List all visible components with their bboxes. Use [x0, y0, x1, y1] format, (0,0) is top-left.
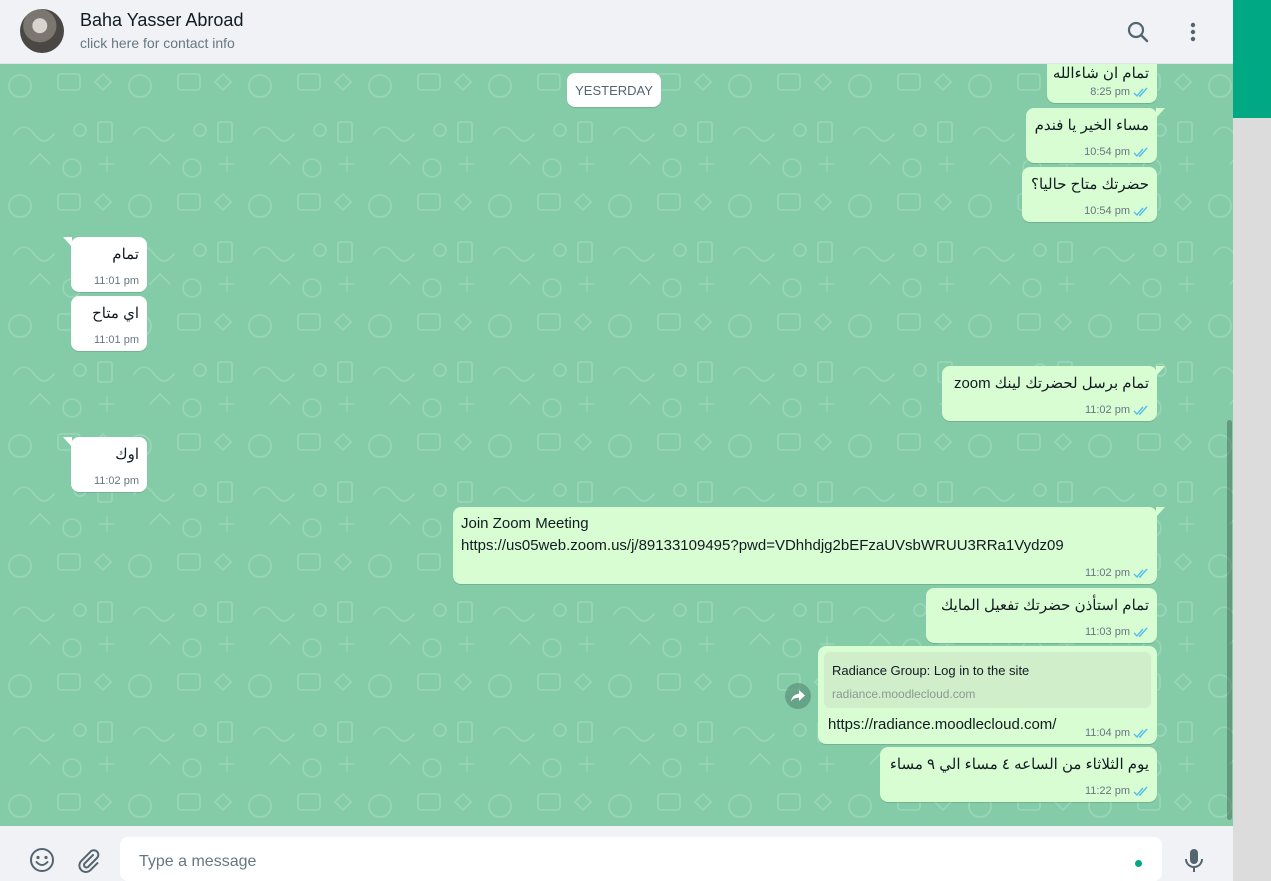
bubble-tail: [1156, 366, 1165, 376]
message-text: اي متاح: [92, 305, 139, 322]
message-meta: 11:03 pm: [1085, 626, 1149, 638]
message-input[interactable]: [137, 848, 1121, 876]
composer-bar: [0, 826, 1233, 881]
double-check-icon: [1133, 568, 1148, 578]
message-meta: 11:02 pm: [94, 475, 139, 487]
side-panel-accent: [1233, 0, 1271, 118]
chat-header[interactable]: Baha Yasser Abroad click here for contac…: [0, 0, 1233, 64]
double-check-icon: [1133, 147, 1148, 157]
outgoing-message[interactable]: Radiance Group: Log in to the site radia…: [818, 646, 1157, 744]
message-text: تمام برسل لحضرتك لينك zoom: [953, 375, 1149, 392]
message-text: تمام استأذن حضرتك تفعيل المايك: [941, 597, 1149, 614]
outgoing-message[interactable]: مساء الخير يا فندم 10:54 pm: [1026, 108, 1165, 163]
outgoing-message[interactable]: تمام برسل لحضرتك لينك zoom 11:02 pm: [942, 366, 1165, 421]
double-check-icon: [1133, 728, 1148, 738]
incoming-message[interactable]: تمام 11:01 pm: [63, 237, 147, 292]
outgoing-message[interactable]: حضرتك متاح حاليا؟ 10:54 pm: [1022, 167, 1157, 222]
chat-window: Baha Yasser Abroad click here for contac…: [0, 0, 1233, 881]
message-meta: 10:54 pm: [1084, 146, 1149, 158]
message-time: 10:54 pm: [1084, 205, 1130, 217]
message-time: 8:25 pm: [1090, 86, 1130, 98]
message-time: 11:02 pm: [1084, 404, 1130, 416]
message-text: Join Zoom Meeting: [461, 515, 589, 532]
bubble-tail: [63, 437, 72, 447]
link-preview-card[interactable]: Radiance Group: Log in to the site radia…: [824, 652, 1151, 708]
message-meta: 8:25 pm: [1090, 86, 1149, 98]
double-check-icon: [1133, 87, 1148, 97]
message-meta: 11:04 pm: [1085, 727, 1149, 739]
message-meta: 11:02 pm: [1085, 567, 1149, 579]
outgoing-message[interactable]: تمام استأذن حضرتك تفعيل المايك 11:03 pm: [926, 588, 1157, 643]
paperclip-icon[interactable]: [74, 846, 102, 874]
message-meta: 11:22 pm: [1085, 785, 1149, 797]
bubble-tail: [1156, 507, 1165, 517]
message-meta: 11:01 pm: [94, 334, 139, 346]
moodle-link[interactable]: https://radiance.moodlecloud.com/: [828, 716, 1056, 733]
message-text: تمام ان شاءالله: [1052, 65, 1149, 82]
message-meta: 11:02 pm: [1085, 404, 1149, 416]
outgoing-message[interactable]: يوم الثلاثاء من الساعه ٤ مساء الي ٩ مساء…: [880, 747, 1157, 802]
contact-name[interactable]: Baha Yasser Abroad: [80, 10, 243, 31]
incoming-message[interactable]: اي متاح 11:01 pm: [71, 296, 147, 351]
double-check-icon: [1133, 786, 1148, 796]
search-icon[interactable]: [1124, 18, 1152, 46]
message-text: تمام: [112, 246, 139, 263]
message-time: 11:01 pm: [93, 334, 139, 346]
message-text: يوم الثلاثاء من الساعه ٤ مساء الي ٩ مساء: [889, 756, 1149, 773]
incoming-message[interactable]: اوك 11:02 pm: [63, 437, 147, 492]
date-separator: YESTERDAY: [567, 73, 661, 107]
zoom-meeting-link[interactable]: https://us05web.zoom.us/j/89133109495?pw…: [461, 537, 1064, 554]
message-text: حضرتك متاح حاليا؟: [1031, 176, 1149, 193]
message-composer[interactable]: [120, 837, 1162, 881]
message-time: 11:02 pm: [1084, 567, 1130, 579]
chat-scrollbar[interactable]: [1227, 420, 1232, 820]
message-time: 10:54 pm: [1084, 146, 1130, 158]
microphone-icon[interactable]: [1180, 846, 1208, 874]
bubble-tail: [63, 237, 72, 247]
link-preview-domain: radiance.moodlecloud.com: [832, 687, 976, 701]
side-panel-strip: [1233, 0, 1271, 881]
message-text: مساء الخير يا فندم: [1034, 117, 1149, 134]
message-time: 11:02 pm: [93, 475, 139, 487]
message-time: 11:04 pm: [1084, 727, 1130, 739]
outgoing-message[interactable]: تمام ان شاءالله 8:25 pm: [1047, 64, 1157, 103]
message-text: اوك: [115, 446, 139, 463]
double-check-icon: [1133, 627, 1148, 637]
forward-icon[interactable]: [785, 683, 811, 709]
outgoing-message[interactable]: Join Zoom Meeting https://us05web.zoom.u…: [453, 507, 1165, 584]
double-check-icon: [1133, 206, 1148, 216]
double-check-icon: [1133, 405, 1148, 415]
message-time: 11:03 pm: [1084, 626, 1130, 638]
message-meta: 10:54 pm: [1084, 205, 1149, 217]
contact-info-hint[interactable]: click here for contact info: [80, 35, 235, 51]
kebab-menu-icon[interactable]: [1179, 18, 1207, 46]
emoji-icon[interactable]: [28, 846, 56, 874]
message-time: 11:22 pm: [1084, 785, 1130, 797]
link-preview-title: Radiance Group: Log in to the site: [832, 663, 1030, 678]
status-dot: [1135, 860, 1142, 867]
bubble-tail: [1156, 108, 1165, 118]
message-meta: 11:01 pm: [94, 275, 139, 287]
avatar[interactable]: [20, 9, 64, 53]
message-time: 11:01 pm: [93, 275, 139, 287]
message-list[interactable]: YESTERDAY تمام ان شاءالله 8:25 pm مساء ا…: [0, 64, 1233, 826]
